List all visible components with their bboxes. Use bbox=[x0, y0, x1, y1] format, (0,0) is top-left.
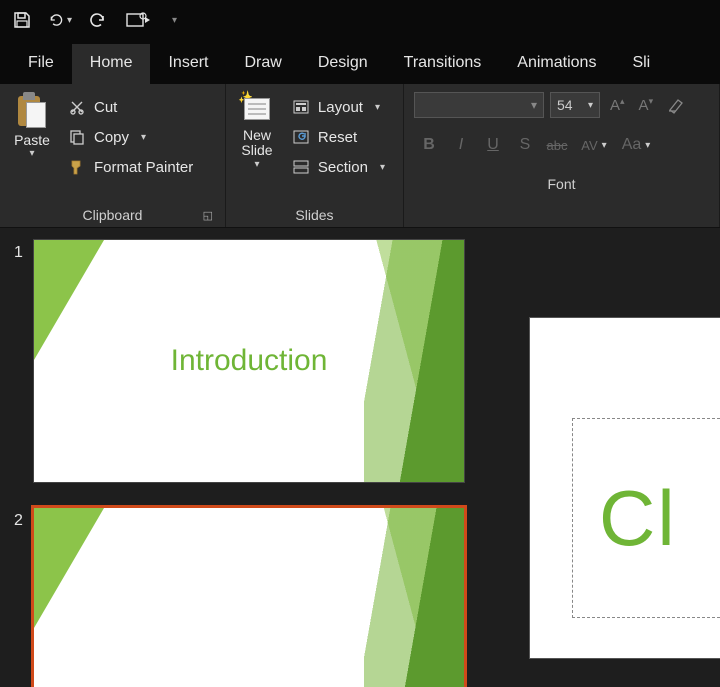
underline-button[interactable]: U bbox=[478, 132, 508, 158]
paste-button[interactable]: Paste ▾ bbox=[8, 90, 56, 203]
editor-pane[interactable]: Cl bbox=[500, 228, 720, 687]
thumbnail-title: Introduction bbox=[171, 344, 328, 378]
clear-formatting-icon bbox=[667, 96, 685, 114]
editor-slide[interactable]: Cl bbox=[530, 318, 720, 658]
title-placeholder[interactable]: Cl bbox=[572, 418, 720, 618]
font-size-combo[interactable]: 54 ▾ bbox=[550, 92, 600, 118]
redo-icon bbox=[89, 11, 107, 29]
font-family-dropdown-icon: ▾ bbox=[531, 98, 537, 112]
new-slide-icon: ✨ bbox=[240, 92, 274, 126]
section-dropdown-icon: ▾ bbox=[380, 162, 385, 173]
section-label: Section bbox=[318, 159, 368, 176]
slide-decor bbox=[364, 508, 464, 687]
ribbon: Paste ▾ Cut Copy ▾ bbox=[0, 84, 720, 228]
slide-decor bbox=[34, 240, 104, 360]
paste-label: Paste bbox=[14, 132, 50, 148]
tab-draw[interactable]: Draw bbox=[226, 44, 299, 84]
strikethrough-button[interactable]: abc bbox=[542, 132, 572, 158]
tab-slideshow[interactable]: Sli bbox=[614, 44, 668, 84]
format-painter-icon bbox=[68, 158, 86, 176]
reset-button[interactable]: Reset bbox=[286, 124, 391, 150]
new-slide-dropdown-icon: ▾ bbox=[254, 159, 259, 170]
change-case-button[interactable]: Aa▾ bbox=[616, 132, 656, 158]
tab-animations[interactable]: Animations bbox=[499, 44, 614, 84]
reset-icon bbox=[292, 128, 310, 146]
decrease-font-size-button[interactable]: A▾ bbox=[635, 96, 658, 114]
thumbnail-number: 2 bbox=[14, 508, 34, 687]
tab-transitions[interactable]: Transitions bbox=[386, 44, 500, 84]
font-family-combo[interactable]: ▾ bbox=[414, 92, 544, 118]
clear-formatting-button[interactable] bbox=[663, 96, 689, 114]
change-case-label: Aa bbox=[622, 136, 642, 154]
start-from-beginning-button[interactable] bbox=[124, 8, 154, 32]
thumbnail-row: 2 bbox=[14, 508, 486, 687]
new-slide-label: NewSlide bbox=[241, 128, 272, 159]
reset-label: Reset bbox=[318, 129, 357, 146]
char-spacing-button[interactable]: AV ▾ bbox=[574, 132, 614, 158]
font-group-label: Font bbox=[414, 176, 709, 192]
paste-icon bbox=[16, 92, 48, 130]
save-icon bbox=[13, 11, 31, 29]
new-slide-button[interactable]: ✨ NewSlide ▾ bbox=[234, 90, 280, 203]
group-font: ▾ 54 ▾ A▴ A▾ B I U S abc AV▾ Aa▾ Fo bbox=[404, 84, 720, 227]
thumbnail-pane[interactable]: 1 Introduction 2 bbox=[0, 228, 500, 687]
save-button[interactable] bbox=[10, 8, 34, 32]
clipboard-launcher-button[interactable]: ◱ bbox=[203, 209, 213, 222]
char-spacing-label: AV bbox=[581, 138, 597, 153]
slide-decor bbox=[34, 508, 104, 628]
section-button[interactable]: Section ▾ bbox=[286, 154, 391, 180]
copy-label: Copy bbox=[94, 129, 129, 146]
group-clipboard: Paste ▾ Cut Copy ▾ bbox=[0, 84, 226, 227]
font-size-value: 54 bbox=[557, 97, 573, 113]
font-size-dropdown-icon: ▾ bbox=[588, 100, 593, 111]
text-shadow-button[interactable]: S bbox=[510, 132, 540, 158]
undo-button[interactable]: ▾ bbox=[48, 8, 72, 32]
title-text: Cl bbox=[599, 473, 677, 564]
thumbnail-number: 1 bbox=[14, 240, 34, 482]
redo-button[interactable] bbox=[86, 8, 110, 32]
thumbnail-slide-1[interactable]: Introduction bbox=[34, 240, 464, 482]
thumbnail-row: 1 Introduction bbox=[14, 240, 486, 482]
ribbon-tabs: File Home Insert Draw Design Transitions… bbox=[0, 40, 720, 84]
paste-dropdown-icon: ▾ bbox=[29, 148, 34, 159]
tab-design[interactable]: Design bbox=[300, 44, 386, 84]
layout-dropdown-icon: ▾ bbox=[375, 102, 380, 113]
change-case-dropdown-icon: ▾ bbox=[645, 140, 650, 151]
qat-customize-button[interactable]: ▾ bbox=[172, 15, 177, 26]
format-painter-label: Format Painter bbox=[94, 159, 193, 176]
copy-button[interactable]: Copy ▾ bbox=[62, 124, 199, 150]
layout-icon bbox=[292, 98, 310, 116]
tab-home[interactable]: Home bbox=[72, 44, 151, 84]
tab-file[interactable]: File bbox=[10, 44, 72, 84]
slide-decor bbox=[364, 240, 464, 482]
clipboard-group-label: Clipboard bbox=[83, 207, 143, 223]
thumbnail-slide-2[interactable] bbox=[34, 508, 464, 687]
cut-label: Cut bbox=[94, 99, 117, 116]
cut-button[interactable]: Cut bbox=[62, 94, 199, 120]
cut-icon bbox=[68, 98, 86, 116]
slides-group-label: Slides bbox=[295, 207, 333, 223]
presentation-icon bbox=[126, 11, 152, 29]
workspace: 1 Introduction 2 Cl bbox=[0, 228, 720, 687]
tab-insert[interactable]: Insert bbox=[150, 44, 226, 84]
undo-dropdown-icon: ▾ bbox=[67, 15, 72, 26]
section-icon bbox=[292, 158, 310, 176]
copy-dropdown-icon: ▾ bbox=[141, 132, 146, 143]
bold-button[interactable]: B bbox=[414, 132, 444, 158]
increase-font-size-button[interactable]: A▴ bbox=[606, 96, 629, 114]
quick-access-toolbar: ▾ ▾ bbox=[0, 0, 720, 40]
copy-icon bbox=[68, 128, 86, 146]
undo-icon bbox=[48, 11, 65, 29]
group-slides: ✨ NewSlide ▾ Layout bbox=[226, 84, 404, 227]
char-spacing-dropdown-icon: ▾ bbox=[602, 140, 607, 151]
layout-button[interactable]: Layout ▾ bbox=[286, 94, 391, 120]
italic-button[interactable]: I bbox=[446, 132, 476, 158]
format-painter-button[interactable]: Format Painter bbox=[62, 154, 199, 180]
layout-label: Layout bbox=[318, 99, 363, 116]
